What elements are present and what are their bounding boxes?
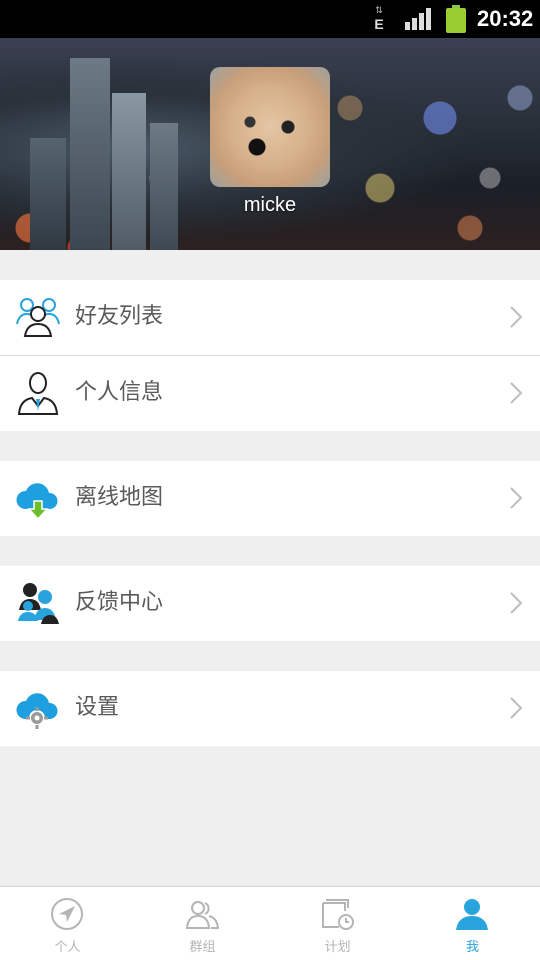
data-activity-icon: ⇅ [375,6,383,16]
status-time: 20:32 [477,6,534,31]
signal-strength-icon [405,8,431,30]
tab-label: 我 [465,940,479,955]
chevron-right-icon [510,306,523,328]
menu-item-label: 好友列表 [75,304,164,329]
menu-item-label: 反馈中心 [75,590,164,615]
person-info-icon [17,372,59,415]
calendar-clock-icon [322,899,354,930]
tab-label: 计划 [324,940,351,955]
tab-label: 个人 [54,940,81,955]
feedback-icon [18,583,59,624]
chevron-right-icon [510,487,523,509]
status-bar: ⇅ E 20:32 [0,0,540,38]
network-indicator: ⇅ E [371,6,387,32]
avatar[interactable] [210,67,330,187]
menu-item-personal-info[interactable]: 个人信息 [0,356,540,431]
menu-item-label: 离线地图 [75,485,164,510]
menu-item-label: 设置 [75,695,120,720]
menu-item-friends[interactable]: 好友列表 [0,280,540,355]
battery-icon [446,5,466,33]
chevron-right-icon [510,382,523,404]
tab-label: 群组 [189,940,216,955]
tab-me[interactable]: 我 [405,887,540,960]
chevron-right-icon [510,697,523,719]
navigation-arrow-icon [51,898,83,930]
user-icon [456,899,488,930]
menu-item-offline-map[interactable]: 离线地图 [0,461,540,536]
tab-groups[interactable]: 群组 [135,887,270,960]
bottom-tab-bar: 个人 群组 计划 我 [0,886,540,960]
network-type: E [374,16,384,32]
username: micke [243,194,297,216]
tab-personal[interactable]: 个人 [0,887,135,960]
menu-item-feedback[interactable]: 反馈中心 [0,566,540,641]
cloud-download-icon [16,483,58,521]
menu-item-settings[interactable]: 设置 [0,671,540,746]
friends-icon [16,298,60,337]
chevron-right-icon [510,592,523,614]
group-icon [185,901,219,929]
profile-header: micke [0,38,540,250]
menu-item-label: 个人信息 [75,380,164,405]
cloud-settings-icon [16,693,58,729]
tab-plan[interactable]: 计划 [270,887,405,960]
